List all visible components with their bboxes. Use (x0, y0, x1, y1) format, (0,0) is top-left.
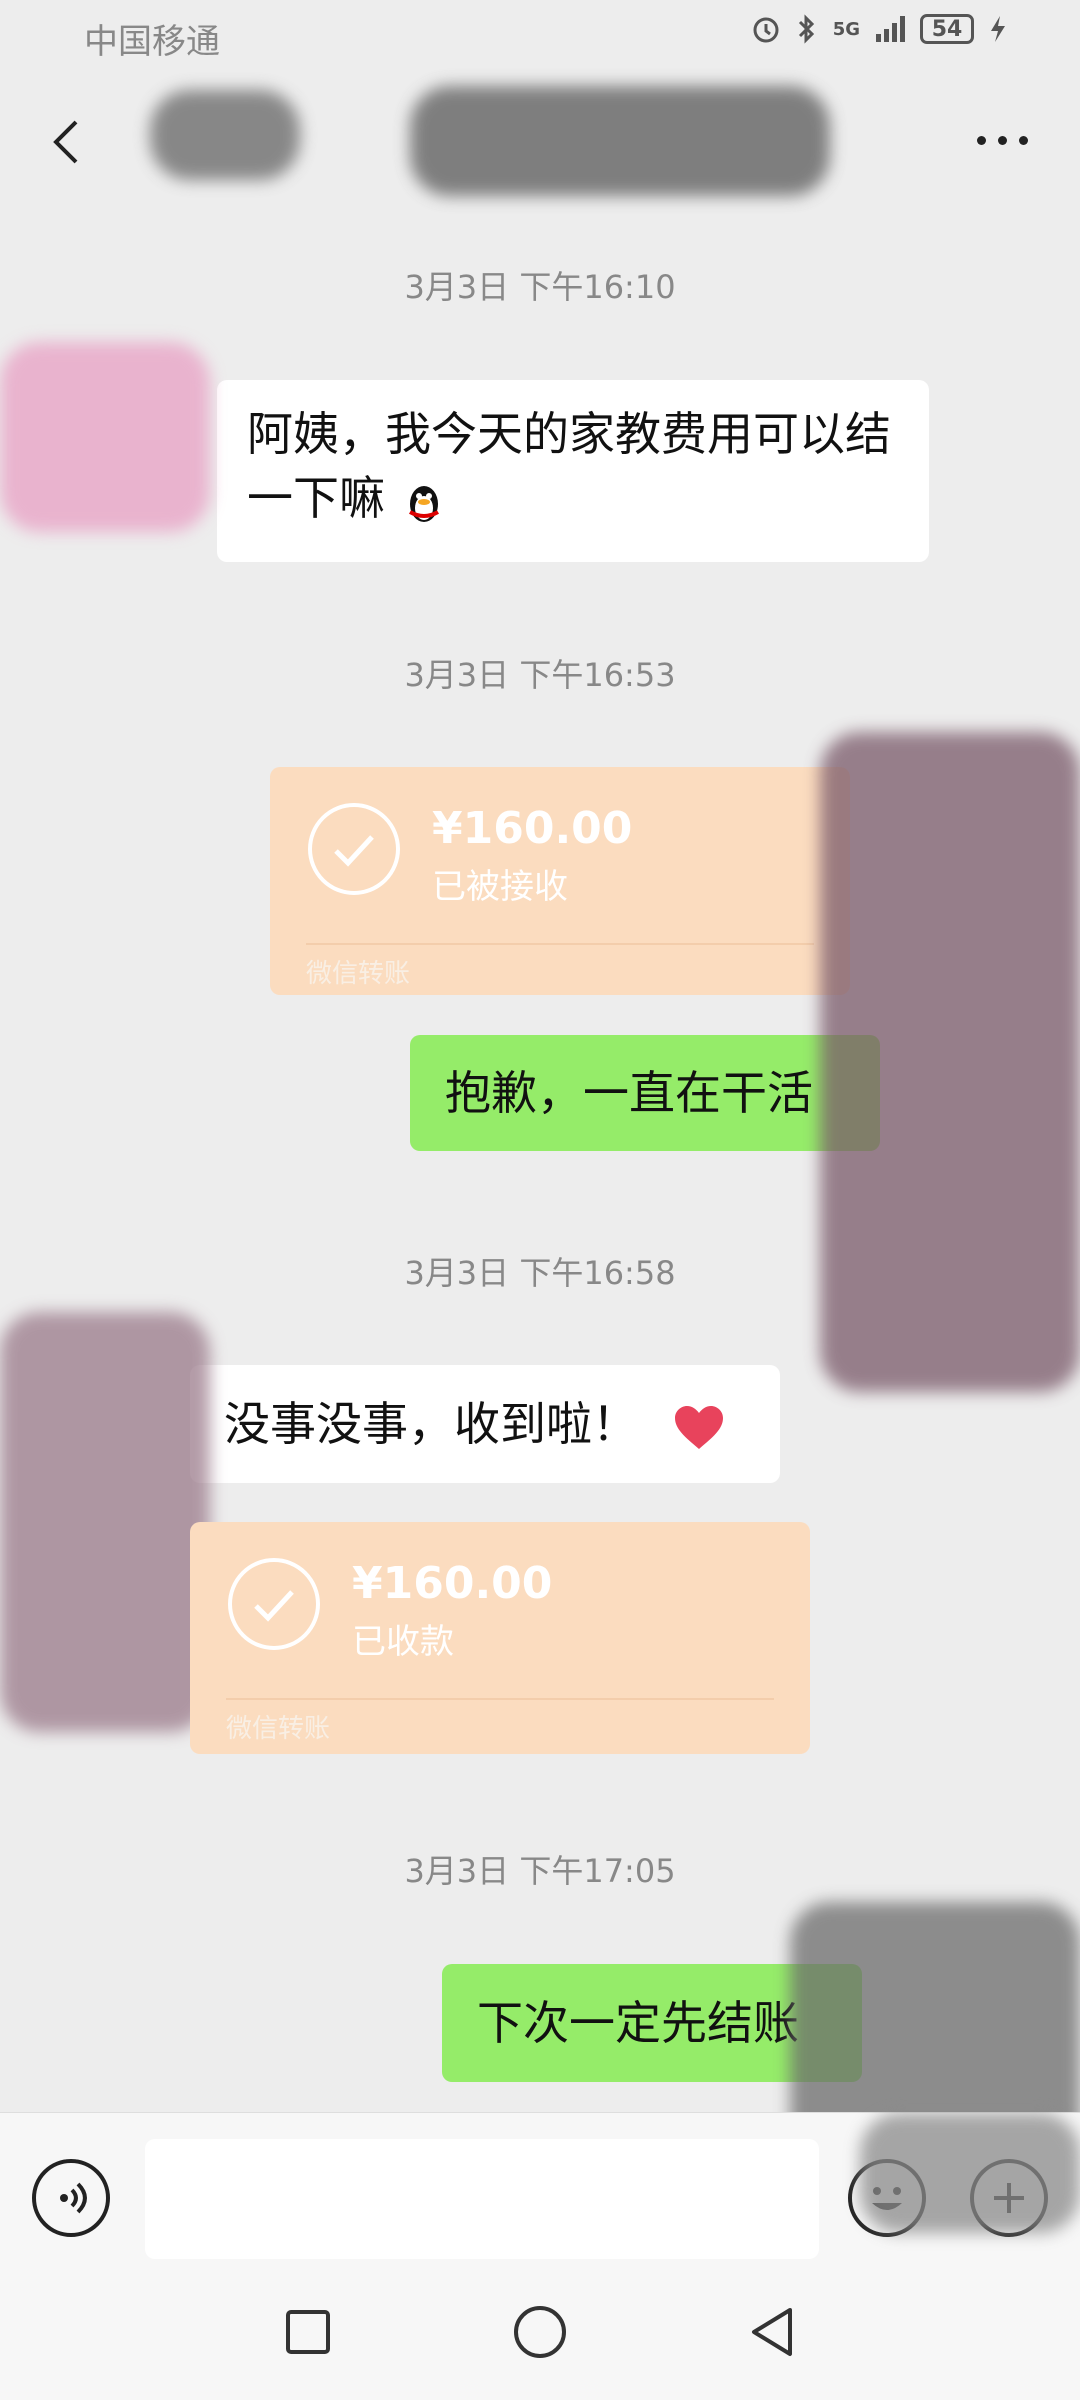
transfer-divider (226, 1698, 774, 1700)
network-type: 5G (832, 18, 860, 40)
timestamp: 3月3日 下午17:05 (404, 1852, 676, 1890)
bluetooth-icon (798, 14, 814, 44)
transfer-brand: 微信转账 (226, 1714, 331, 1744)
voice-icon (60, 2182, 87, 2214)
message-text: 没事没事，收到啦！ (224, 1397, 638, 1451)
message-text: 抱歉，一直在干活 (445, 1066, 813, 1120)
message-bubble-sent[interactable]: 抱歉，一直在干活 (410, 1035, 880, 1151)
redaction-scribble (150, 90, 300, 180)
status-bar: 中国移通 5G 54 (0, 0, 1080, 72)
transfer-amount: ¥160.00 (352, 1558, 553, 1609)
alarm-icon (753, 17, 779, 43)
navigation-bar (0, 2260, 1080, 2400)
more-icon (976, 135, 986, 145)
back-arrow-icon (53, 120, 78, 164)
input-bar (0, 2112, 1080, 2261)
message-text: 阿姨，我今天的家教费用可以结一下嘛 (247, 407, 891, 525)
transfer-amount: ¥160.00 (432, 803, 633, 854)
penguin-emoji (408, 485, 439, 522)
chat-header (0, 72, 1080, 212)
battery-level: 54 (931, 16, 963, 42)
heart-emoji (674, 1405, 723, 1449)
redaction-scribble (0, 342, 210, 532)
check-icon (228, 1558, 320, 1650)
voice-button[interactable] (32, 2159, 110, 2237)
transfer-brand: 微信转账 (306, 959, 411, 989)
home-icon[interactable] (514, 2306, 566, 2358)
battery-icon: 54 (920, 14, 974, 44)
transfer-card[interactable]: ¥160.00 已收款 微信转账 (190, 1522, 810, 1754)
chat-area[interactable]: 3月3日 下午16:10 阿姨，我今天的家教费用可以结一下嘛 3月3日 下午16… (0, 212, 1080, 2322)
recent-apps-icon[interactable] (286, 2310, 330, 2354)
transfer-card[interactable]: ¥160.00 已被接收 微信转账 (270, 767, 850, 995)
charging-icon (991, 16, 1005, 42)
transfer-status: 已收款 (352, 1622, 454, 1662)
transfer-status: 已被接收 (432, 867, 568, 907)
nav-back-icon[interactable] (744, 2304, 800, 2360)
redaction-scribble (0, 1312, 210, 1732)
more-button[interactable] (962, 120, 1042, 160)
redaction-scribble (860, 2113, 1080, 2233)
back-button[interactable] (38, 112, 98, 172)
timestamp: 3月3日 下午16:10 (404, 268, 676, 306)
redaction-scribble (410, 86, 830, 196)
carrier-label: 中国移通 (84, 22, 220, 62)
message-input[interactable] (145, 2139, 819, 2259)
check-icon (308, 803, 400, 895)
timestamp: 3月3日 下午16:58 (404, 1254, 676, 1292)
transfer-divider (306, 943, 814, 945)
message-bubble-received[interactable]: 没事没事，收到啦！ (190, 1365, 780, 1483)
status-icons: 5G 54 (751, 14, 1008, 44)
timestamp: 3月3日 下午16:53 (404, 656, 676, 694)
signal-icon (876, 16, 905, 42)
message-text: 下次一定先结账 (477, 1996, 799, 2050)
message-bubble-received[interactable]: 阿姨，我今天的家教费用可以结一下嘛 (217, 380, 929, 562)
